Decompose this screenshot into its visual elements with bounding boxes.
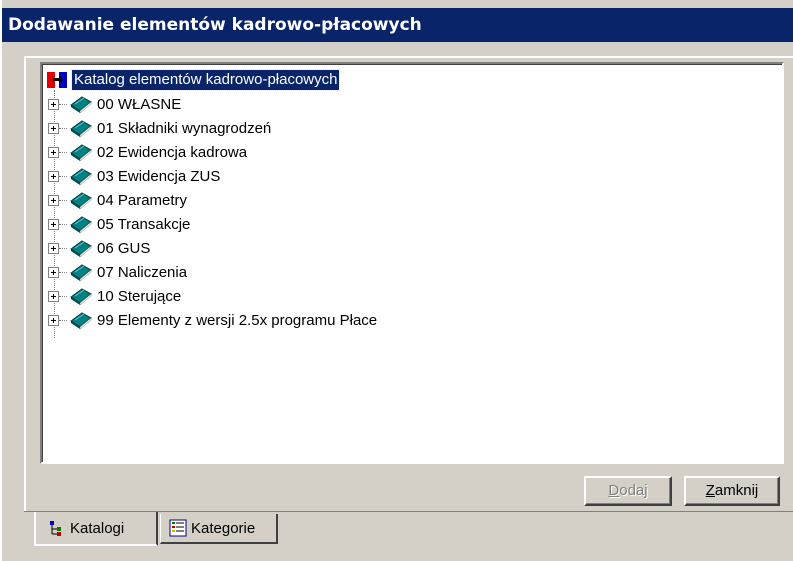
- tab-katalogi-label: Katalogi: [70, 519, 125, 537]
- tree-node-label[interactable]: 00 WŁASNE: [97, 96, 181, 113]
- tree-node-label[interactable]: 99 Elementy z wersji 2.5x programu Płace: [97, 312, 377, 329]
- book-icon: [70, 96, 92, 114]
- catalog-root-icon: [46, 69, 68, 91]
- tree-icon: [50, 521, 61, 536]
- book-icon: [70, 312, 92, 330]
- expand-icon[interactable]: [48, 194, 59, 206]
- tree-connector: [59, 127, 67, 129]
- tree-connector: [59, 103, 67, 105]
- book-icon: [70, 288, 92, 306]
- tree-node-label[interactable]: 04 Parametry: [97, 192, 187, 209]
- book-icon: [70, 264, 92, 282]
- tree-node-label[interactable]: 06 GUS: [97, 240, 150, 257]
- book-icon: [70, 240, 92, 258]
- tree-node[interactable]: 99 Elementy z wersji 2.5x programu Płace: [48, 308, 377, 332]
- tab-kategorie-label: Kategorie: [191, 519, 256, 537]
- book-icon: [70, 192, 92, 210]
- tree-connector: [59, 271, 67, 273]
- tree-connector: [59, 295, 67, 297]
- tree-node-label[interactable]: 05 Transakcje: [97, 216, 190, 233]
- add-button-mnemonic: D: [608, 482, 620, 499]
- tree-node-label[interactable]: 02 Ewidencja kadrowa: [97, 144, 247, 161]
- expand-icon[interactable]: [48, 122, 59, 134]
- expand-icon[interactable]: [48, 146, 59, 158]
- book-icon: [70, 120, 92, 138]
- close-button-mnemonic: Z: [705, 482, 715, 499]
- tree-node-label[interactable]: 07 Naliczenia: [97, 264, 187, 281]
- tree-node-label[interactable]: 01 Składniki wynagrodzeń: [97, 120, 271, 137]
- tree-node[interactable]: 01 Składniki wynagrodzeń: [48, 116, 271, 140]
- tree-node[interactable]: 04 Parametry: [48, 188, 187, 212]
- expand-icon[interactable]: [48, 290, 59, 302]
- tree-root-label[interactable]: Katalog elementów kadrowo-płacowych: [70, 69, 341, 91]
- close-button[interactable]: Zamknij: [684, 476, 780, 506]
- tree-node-label[interactable]: 03 Ewidencja ZUS: [97, 168, 220, 185]
- tab-katalogi[interactable]: Katalogi: [34, 512, 158, 546]
- expand-icon[interactable]: [48, 170, 59, 182]
- tree-connector: [59, 319, 67, 321]
- expand-icon[interactable]: [48, 98, 59, 110]
- tree-connector: [59, 223, 67, 225]
- tab-kategorie[interactable]: Kategorie: [160, 514, 278, 544]
- tree-connector: [59, 175, 67, 177]
- tree-root[interactable]: Katalog elementów kadrowo-płacowych: [46, 68, 341, 92]
- expand-icon[interactable]: [48, 266, 59, 278]
- tree-connector: [59, 199, 67, 201]
- tree-node[interactable]: 03 Ewidencja ZUS: [48, 164, 220, 188]
- expand-icon[interactable]: [48, 218, 59, 230]
- book-icon: [70, 144, 92, 162]
- list-icon: [169, 519, 187, 537]
- expand-icon[interactable]: [48, 242, 59, 254]
- window-title: Dodawanie elementów kadrowo-płacowych: [2, 8, 793, 42]
- tree-node[interactable]: 05 Transakcje: [48, 212, 190, 236]
- add-button-label: odaj: [619, 482, 648, 499]
- tree-connector: [59, 151, 67, 153]
- tree-node[interactable]: 07 Naliczenia: [48, 260, 187, 284]
- tree-node-label[interactable]: 10 Sterujące: [97, 288, 181, 305]
- book-icon: [70, 168, 92, 186]
- close-button-label: amknij: [714, 482, 759, 499]
- dialog-window: Dodawanie elementów kadrowo-płacowych Ka…: [0, 0, 793, 561]
- add-button[interactable]: Dodaj: [584, 476, 672, 506]
- tree-node[interactable]: 10 Sterujące: [48, 284, 181, 308]
- tree-node[interactable]: 00 WŁASNE: [48, 92, 181, 116]
- tree-node[interactable]: 02 Ewidencja kadrowa: [48, 140, 247, 164]
- tree-node[interactable]: 06 GUS: [48, 236, 150, 260]
- tree-connector: [59, 247, 67, 249]
- expand-icon[interactable]: [48, 314, 59, 326]
- catalog-tree[interactable]: Katalog elementów kadrowo-płacowych 00 W…: [40, 62, 784, 464]
- book-icon: [70, 216, 92, 234]
